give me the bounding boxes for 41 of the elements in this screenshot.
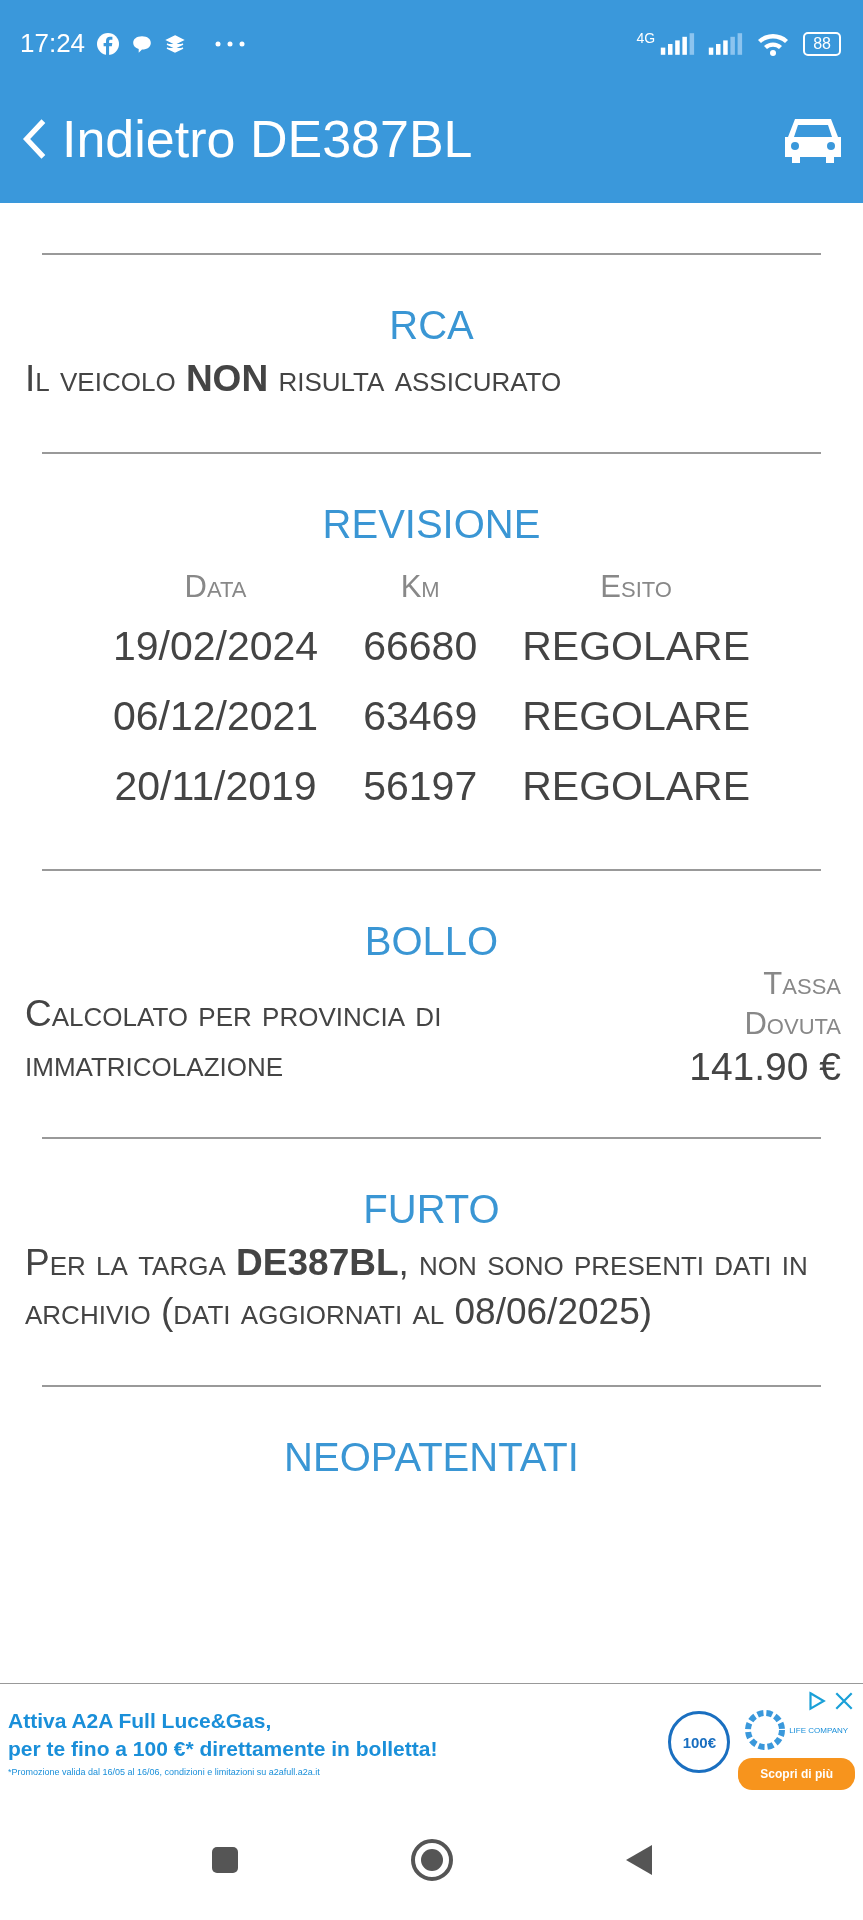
section-text: Calcolato per provincia di immatricolazione	[24, 991, 443, 1086]
section-title: REVISIONE	[321, 501, 542, 547]
logo-icon	[745, 1710, 786, 1750]
ad-cta-button[interactable]: Scopri di più	[738, 1758, 855, 1790]
tax-amount: 141.90 €	[689, 1044, 841, 1089]
back-chevron-icon[interactable]	[22, 118, 48, 160]
ad-tagline: LIFE COMPANY	[789, 1725, 849, 1735]
section-text: Per la targa DE387BL, non sono presenti dati in archivio (dati aggiornati al 08/06/2025)	[24, 1240, 809, 1335]
section-title: NEOPATENTATI	[283, 1435, 580, 1481]
column-header: Data	[183, 568, 248, 605]
column-header: Km	[399, 568, 441, 605]
signal-icon	[707, 32, 744, 55]
table-cell-text: REGOLARE	[522, 621, 751, 671]
table-cell-text: REGOLARE	[522, 691, 751, 741]
table-cell-text: 06/12/2021	[112, 691, 319, 741]
status-time: 17:24	[20, 28, 86, 59]
recents-icon[interactable]	[209, 1845, 240, 1875]
home-icon[interactable]	[409, 1838, 454, 1882]
layers-icon	[165, 33, 186, 54]
section-title: BOLLO	[363, 918, 500, 964]
ad-headline: per te fino a 100 €* direttamente in bolletta!	[8, 1736, 439, 1762]
ad-headline: Attiva A2A Full Luce&Gas,	[8, 1707, 273, 1734]
table-cell-text: REGOLARE	[522, 761, 751, 811]
section-title: FURTO	[362, 1186, 501, 1232]
section-title: RCA	[388, 303, 475, 348]
tax-label: Tassa Dovuta	[743, 964, 841, 1044]
facebook-icon	[97, 32, 120, 55]
table-cell-text: 66680	[363, 621, 478, 671]
column-header: Esito	[599, 568, 673, 605]
table-cell-text: 20/11/2019	[113, 761, 318, 811]
ad-disclaimer: *Promozione valida dal 16/05 al 16/06, condizioni e limitazioni su a2afull.a2a.it	[8, 1767, 321, 1778]
signal-icon	[659, 32, 696, 55]
ad-badge: 100€	[668, 1711, 731, 1773]
section-text: Il veicolo NON risulta assicurato	[24, 357, 563, 401]
network-type: 4G	[636, 30, 656, 46]
more-icon	[215, 40, 246, 47]
table-cell-text: 19/02/2024	[112, 621, 319, 671]
table-cell-text: 63469	[363, 691, 478, 741]
table-cell-text: 56197	[363, 761, 478, 811]
close-icon[interactable]	[833, 1690, 855, 1712]
battery-indicator: 88	[803, 31, 841, 56]
